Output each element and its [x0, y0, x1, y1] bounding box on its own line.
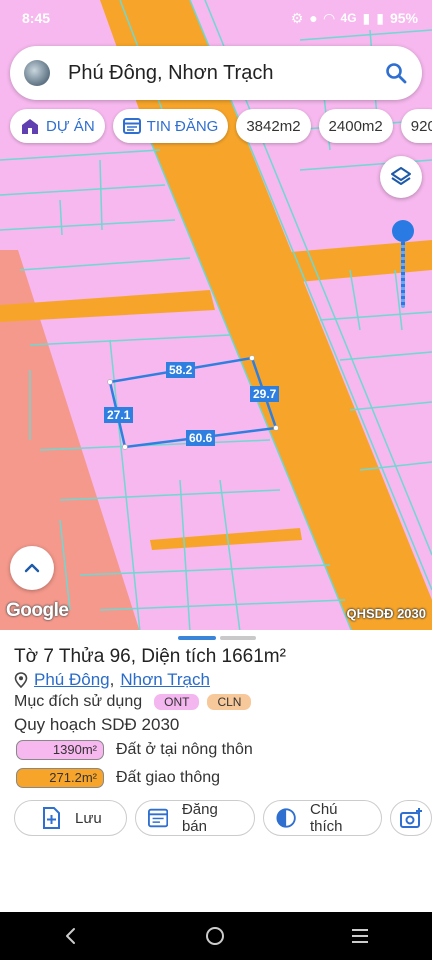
camera-button[interactable]: [390, 800, 432, 836]
opacity-slider[interactable]: [392, 220, 414, 308]
chip-projects[interactable]: DỰ ÁN: [10, 109, 105, 143]
search-bar[interactable]: Phú Đông, Nhơn Trạch: [10, 46, 422, 100]
chip-label: 3842m2: [246, 117, 301, 135]
wifi-icon: ◠: [323, 9, 335, 26]
commune-link[interactable]: Phú Đông: [34, 670, 110, 690]
chip-label: TIN ĐĂNG: [146, 117, 219, 135]
area-value: 1390m²: [16, 740, 104, 760]
location-pin-icon: [14, 672, 28, 688]
chip-label: 2400m2: [328, 117, 383, 135]
edge-label-bottom: 60.6: [186, 430, 216, 446]
land-use-row: Mục đích sử dụng ONT CLN: [14, 693, 252, 711]
post-for-sale-button[interactable]: Đăng bán: [134, 800, 255, 836]
status-time: 8:45: [22, 10, 51, 26]
edge-label-top: 58.2: [166, 362, 196, 378]
post-for-sale-label: Đăng bán: [181, 801, 218, 835]
location-row: Phú Đông , Nhơn Trạch: [14, 670, 210, 690]
area-label: Đất giao thông: [116, 769, 221, 786]
filter-chips: DỰ ÁN TIN ĐĂNG 3842m2 2400m2 920: [10, 109, 432, 143]
battery-icon: ▮: [376, 9, 384, 26]
chip-area-2[interactable]: 2400m2: [318, 109, 393, 143]
location-icon: ●: [309, 10, 318, 26]
save-label: Lưu: [75, 809, 102, 827]
area-row-road: 271.2m² Đất giao thông: [16, 768, 220, 788]
google-logo: Google: [6, 600, 69, 621]
edge-label-right: 29.7: [250, 386, 280, 402]
land-use-badge-cln: CLN: [207, 694, 252, 710]
chevron-up-icon: [24, 563, 40, 573]
battery-level: 95%: [389, 10, 418, 26]
search-query[interactable]: Phú Đông, Nhơn Trạch: [68, 62, 273, 85]
layers-button[interactable]: [380, 156, 422, 198]
parcel-info-sheet: Tờ 7 Thửa 96, Diện tích 1661m² Phú Đông …: [0, 630, 432, 912]
chip-label: 920: [410, 117, 432, 135]
land-use-badge-ont: ONT: [154, 694, 200, 710]
layer-label: QHSDĐ 2030: [346, 606, 426, 621]
legend-button[interactable]: Chú thích: [262, 800, 382, 836]
avatar[interactable]: [24, 60, 50, 86]
listing-icon: [122, 118, 141, 134]
district-link[interactable]: Nhơn Trạch: [120, 670, 210, 690]
add-document-icon: [43, 807, 60, 829]
system-navigation-bar: [0, 912, 432, 960]
legend-label: Chú thích: [309, 801, 343, 835]
chip-listings[interactable]: TIN ĐĂNG: [112, 109, 229, 143]
save-button[interactable]: Lưu: [14, 800, 127, 836]
network-type: 4G: [340, 11, 357, 25]
slider-handle[interactable]: [392, 220, 414, 242]
land-use-label: Mục đích sử dụng: [14, 693, 143, 710]
contrast-icon: [276, 808, 296, 828]
expand-up-button[interactable]: [10, 546, 54, 590]
action-row: Lưu Đăng bán Chú thích: [14, 800, 432, 836]
recents-icon[interactable]: [349, 926, 371, 946]
status-bar: 8:45 ⚙ ● ◠ 4G ▮ ▮ 95%: [0, 0, 432, 36]
home-icon[interactable]: [204, 925, 226, 947]
listing-icon: [147, 808, 168, 828]
plan-label: Quy hoạch SDĐ 2030: [14, 715, 180, 734]
back-icon[interactable]: [61, 926, 81, 946]
layers-icon: [391, 167, 411, 185]
house-icon: [22, 119, 38, 134]
chip-area-1[interactable]: 3842m2: [236, 109, 311, 143]
area-value: 271.2m²: [16, 768, 104, 788]
sheet-handle[interactable]: [178, 636, 256, 640]
area-label: Đất ở tại nông thôn: [116, 741, 253, 758]
settings-icon: ⚙: [290, 9, 304, 26]
chip-label: DỰ ÁN: [46, 117, 95, 135]
location-separator: ,: [109, 670, 115, 689]
parcel-title: Tờ 7 Thửa 96, Diện tích 1661m²: [14, 646, 286, 667]
area-row-residential: 1390m² Đất ở tại nông thôn: [16, 740, 253, 760]
chip-area-3[interactable]: 920: [400, 109, 432, 143]
search-icon[interactable]: [384, 61, 408, 85]
signal-icon: ▮: [362, 9, 371, 26]
edge-label-left: 27.1: [104, 407, 134, 423]
add-photo-icon: [400, 808, 422, 828]
